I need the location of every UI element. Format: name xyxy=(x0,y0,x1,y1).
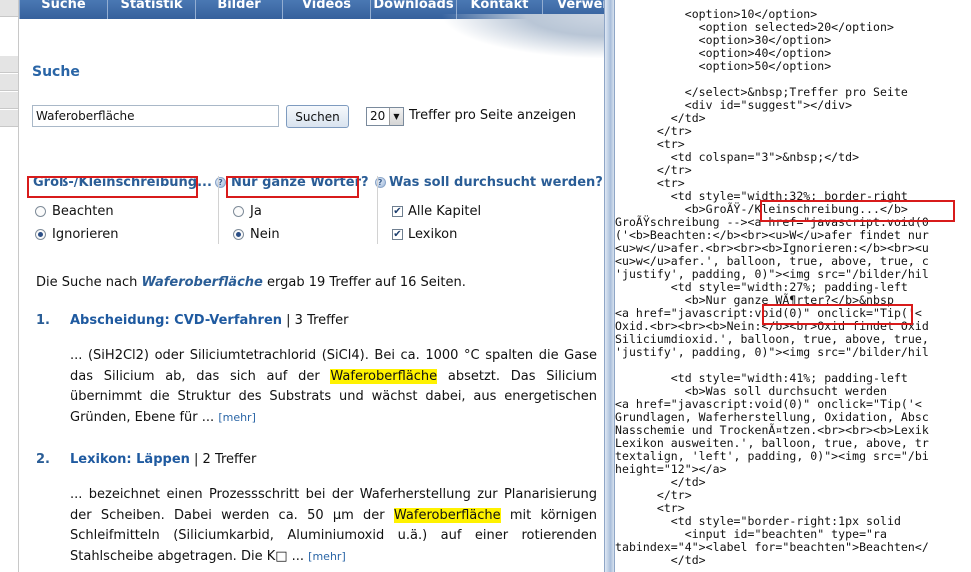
code-line: </td> xyxy=(615,553,706,567)
header-decoration xyxy=(440,14,604,59)
radio-ja-label: Ja xyxy=(250,204,262,219)
radio-ja[interactable] xyxy=(233,206,244,217)
checkbox-all-chapters-label: Alle Kapitel xyxy=(408,204,482,219)
radio-ignorieren[interactable] xyxy=(35,229,46,240)
radio-beachten-label: Beachten xyxy=(52,204,114,219)
browser-page: Suche Statistik Bilder Videos Downloads … xyxy=(0,0,604,572)
nav-item-suche[interactable]: Suche xyxy=(19,0,107,19)
nav-item-bilder[interactable]: Bilder xyxy=(195,0,282,19)
search-scope-title: Was soll durchsucht werden? xyxy=(389,175,603,190)
case-option-ignorieren[interactable]: Ignorieren xyxy=(35,227,119,242)
search-scope-heading: Was soll durchsucht werden? ? xyxy=(389,175,604,190)
whole-words-option-ja[interactable]: Ja xyxy=(233,204,262,219)
search-input[interactable] xyxy=(32,105,279,127)
scope-option-all-chapters[interactable]: ✔ Alle Kapitel xyxy=(392,204,481,219)
column-divider xyxy=(377,176,378,244)
nav-item-statistik[interactable]: Statistik xyxy=(107,0,195,19)
snippet-highlight: Waferoberfläche xyxy=(393,507,501,523)
whole-words-option-nein[interactable]: Nein xyxy=(233,227,280,242)
summary-prefix: Die Suche nach xyxy=(36,275,142,290)
left-sidebar-edge xyxy=(0,0,19,572)
result-hit-count: | 2 Treffer xyxy=(189,452,257,467)
more-link[interactable]: [mehr] xyxy=(308,550,346,563)
radio-nein-label: Nein xyxy=(250,227,280,242)
column-divider xyxy=(218,176,219,244)
results-per-page-value: 20 xyxy=(370,109,386,123)
case-sensitivity-heading: Groß-/Kleinschreibung... ? xyxy=(33,175,226,190)
search-button[interactable]: Suchen xyxy=(286,105,349,128)
case-option-beachten[interactable]: Beachten xyxy=(35,204,114,219)
result-title-link[interactable]: Lexikon: Läppen xyxy=(70,452,190,467)
result-number: 2. xyxy=(36,452,50,467)
more-link[interactable]: [mehr] xyxy=(218,411,256,424)
result-number: 1. xyxy=(36,313,50,328)
page-title: Suche xyxy=(32,64,80,80)
help-icon[interactable]: ? xyxy=(214,177,226,188)
pane-splitter[interactable] xyxy=(604,0,615,572)
nav-item-videos[interactable]: Videos xyxy=(282,0,370,19)
code-line: <option>50</option> xyxy=(615,59,832,73)
checkbox-all-chapters[interactable]: ✔ xyxy=(392,206,403,217)
result-snippet: ... bezeichnet einen Prozessschritt bei … xyxy=(70,485,597,567)
source-code-view: <option>10</option> <option selected>20<… xyxy=(615,0,971,572)
result-hit-count: | 3 Treffer xyxy=(282,313,349,328)
scope-option-lexikon[interactable]: ✔ Lexikon xyxy=(392,227,457,242)
result-title-link[interactable]: Abscheidung: CVD-Verfahren xyxy=(70,313,282,328)
chevron-down-icon[interactable]: ▼ xyxy=(389,108,403,125)
results-summary: Die Suche nach Waferoberfläche ergab 19 … xyxy=(36,275,466,290)
code-line: 'justify', padding, 0)"><img src="/bilde… xyxy=(615,345,929,359)
results-per-page-label: Treffer pro Seite anzeigen xyxy=(409,108,577,123)
radio-ignorieren-label: Ignorieren xyxy=(52,227,119,242)
checkbox-lexikon[interactable]: ✔ xyxy=(392,229,403,240)
radio-beachten[interactable] xyxy=(35,206,46,217)
results-per-page-select[interactable]: 20 ▼ xyxy=(366,107,404,126)
case-sensitivity-title: Groß-/Kleinschreibung... xyxy=(33,175,212,190)
summary-suffix: ergab 19 Treffer auf 16 Seiten. xyxy=(262,275,466,290)
checkbox-lexikon-label: Lexikon xyxy=(408,227,458,242)
radio-nein[interactable] xyxy=(233,229,244,240)
whole-words-title: Nur ganze Wörter? xyxy=(231,175,369,190)
result-snippet: ... (SiH2Cl2) oder Siliciumtetrachlorid … xyxy=(70,346,597,428)
snippet-highlight: Waferoberfläche xyxy=(330,368,438,384)
whole-words-heading: Nur ganze Wörter? ? xyxy=(231,175,386,190)
summary-query: Waferoberfläche xyxy=(141,275,263,290)
